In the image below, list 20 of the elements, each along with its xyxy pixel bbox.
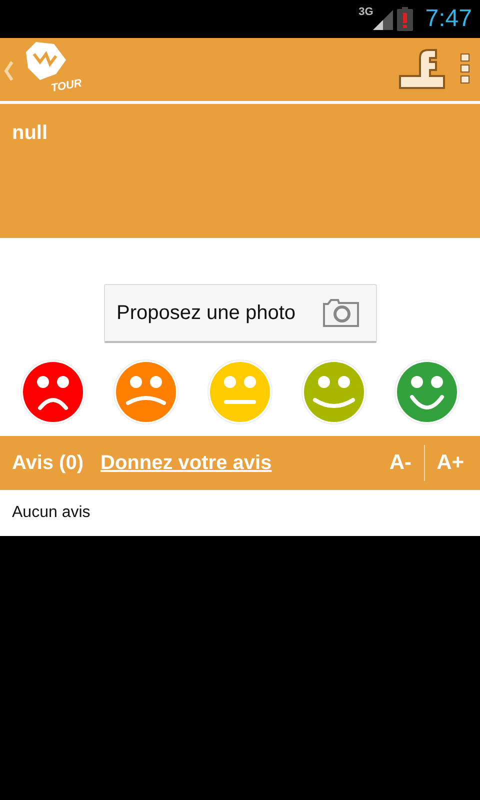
rating-smiley-button[interactable] bbox=[20, 359, 86, 425]
camera-icon bbox=[322, 298, 360, 328]
rating-smiley-button[interactable] bbox=[394, 359, 460, 425]
overflow-menu-icon[interactable] bbox=[460, 53, 470, 85]
clock-time: 7:47 bbox=[425, 5, 472, 33]
home-logo-button[interactable]: TOUR bbox=[4, 40, 88, 98]
decrease-font-button[interactable]: A- bbox=[383, 451, 418, 475]
network-type: 3G bbox=[358, 6, 374, 18]
battery-alert-icon bbox=[397, 7, 414, 31]
rating-smiley-button[interactable] bbox=[113, 359, 180, 425]
give-review-link[interactable]: Donnez votre avis bbox=[100, 452, 272, 474]
place-title: null bbox=[12, 122, 48, 144]
propose-photo-button[interactable]: Proposez une photo bbox=[104, 284, 376, 343]
reviews-count: Avis (0) bbox=[12, 452, 84, 474]
logo-text: TOUR bbox=[50, 77, 83, 95]
back-chevron-icon bbox=[4, 60, 14, 82]
increase-font-button[interactable]: A+ bbox=[430, 451, 470, 475]
rating-smiley-button[interactable] bbox=[300, 359, 367, 425]
empty-reviews-text: Aucun avis bbox=[12, 504, 90, 522]
signal-icon bbox=[371, 8, 394, 30]
